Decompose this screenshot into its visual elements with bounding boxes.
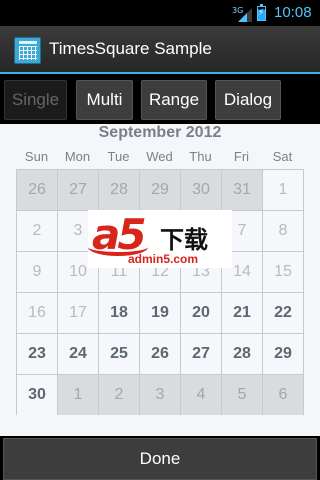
status-time: 10:08 bbox=[274, 4, 312, 21]
day-cell: 6 bbox=[263, 375, 303, 415]
day-cell: 8 bbox=[263, 211, 303, 251]
dialog-button[interactable]: Dialog bbox=[215, 80, 281, 120]
day-cell: 2 bbox=[17, 211, 57, 251]
day-cell[interactable]: 30 bbox=[17, 375, 57, 415]
day-cell[interactable]: 21 bbox=[222, 293, 262, 333]
day-cell: 3 bbox=[140, 375, 180, 415]
month-title: September 2012 bbox=[98, 124, 222, 141]
day-cell: 1 bbox=[58, 375, 98, 415]
day-cell: 2 bbox=[99, 375, 139, 415]
day-cell: 1 bbox=[263, 170, 303, 210]
day-cell[interactable]: 23 bbox=[17, 334, 57, 374]
day-cell[interactable]: 27 bbox=[181, 334, 221, 374]
done-button[interactable]: Done bbox=[3, 438, 317, 480]
calendar-app-icon bbox=[14, 37, 41, 64]
day-cell: 31 bbox=[222, 170, 262, 210]
calendar-grid: 2627282930311234567891011121314151617181… bbox=[16, 169, 304, 415]
day-cell: 9 bbox=[17, 252, 57, 292]
weekday-header: Sun Mon Tue Wed Thu Fri Sat bbox=[16, 149, 303, 165]
day-cell: 17 bbox=[58, 293, 98, 333]
multi-button[interactable]: Multi bbox=[76, 80, 133, 120]
calendar-view: September 2012 Sun Mon Tue Wed Thu Fri Sat 26 2… bbox=[0, 124, 320, 436]
day-cell[interactable]: 28 bbox=[222, 334, 262, 374]
day-cell: 5 bbox=[222, 375, 262, 415]
day-cell: 28 bbox=[99, 170, 139, 210]
day-cell[interactable]: 24 bbox=[58, 334, 98, 374]
day-cell: 16 bbox=[17, 293, 57, 333]
weekday-label: Sat bbox=[272, 149, 293, 164]
mode-toolbar: Single Multi Range Dialog bbox=[0, 76, 320, 124]
watermark-url: admin5.com bbox=[128, 252, 199, 266]
range-button[interactable]: Range bbox=[141, 80, 207, 120]
day-cell[interactable]: 19 bbox=[140, 293, 180, 333]
watermark-cn-text: 下载 bbox=[160, 226, 208, 254]
day-cell: 15 bbox=[263, 252, 303, 292]
day-cell[interactable]: 29 bbox=[263, 334, 303, 374]
day-cell[interactable]: 22 bbox=[263, 293, 303, 333]
weekday-label: Wed bbox=[146, 149, 173, 164]
day-cell[interactable]: 26 bbox=[140, 334, 180, 374]
watermark-logo: a5 下载 admin5.com bbox=[88, 210, 232, 268]
day-cell: 4 bbox=[181, 375, 221, 415]
weekday-label: Mon bbox=[64, 149, 91, 164]
weekday-label: Sun bbox=[24, 149, 49, 164]
weekday-label: Thu bbox=[189, 149, 212, 164]
day-cell: 30 bbox=[181, 170, 221, 210]
signal-icon bbox=[238, 8, 252, 22]
weekday-label: Fri bbox=[233, 149, 250, 164]
action-bar: TimesSquare Sample bbox=[0, 26, 320, 74]
weekday-label: Tue bbox=[107, 149, 130, 164]
day-cell[interactable]: 25 bbox=[99, 334, 139, 374]
day-cell[interactable]: 20 bbox=[181, 293, 221, 333]
app-title: TimesSquare Sample bbox=[49, 39, 212, 58]
day-cell[interactable]: 18 bbox=[99, 293, 139, 333]
day-cell: 29 bbox=[140, 170, 180, 210]
status-bar: 3G 10:08 bbox=[0, 0, 320, 26]
battery-icon bbox=[257, 4, 266, 21]
single-button[interactable]: Single bbox=[4, 80, 67, 120]
day-cell: 27 bbox=[58, 170, 98, 210]
day-cell: 26 bbox=[17, 170, 57, 210]
